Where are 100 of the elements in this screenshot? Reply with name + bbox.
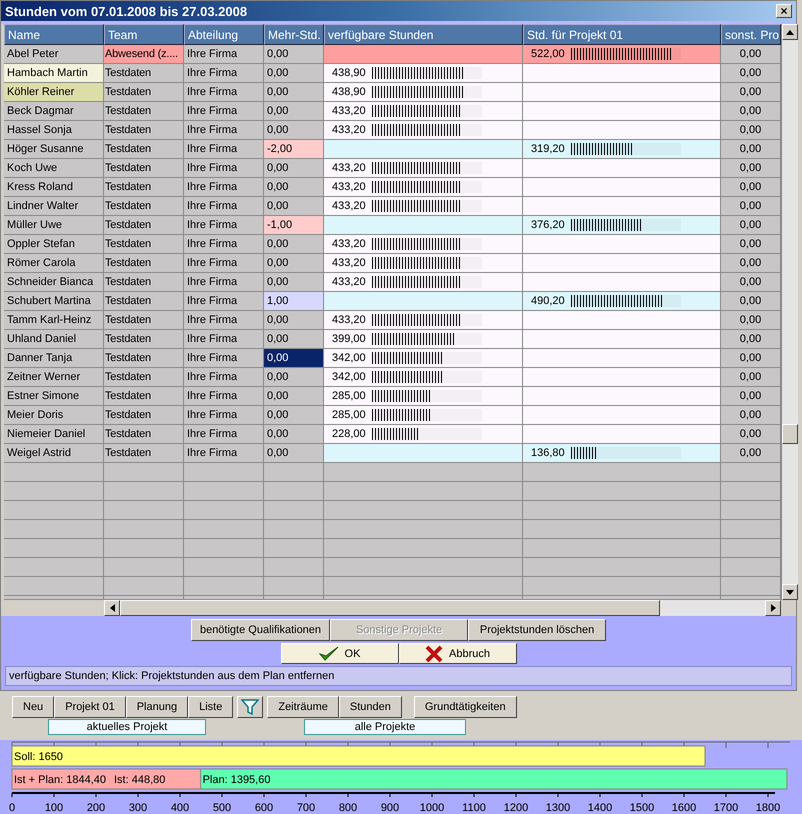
- overtime-cell[interactable]: 1,00: [264, 292, 324, 311]
- team-cell[interactable]: Testdaten: [104, 216, 184, 235]
- available-hours-cell[interactable]: 433,20: [324, 273, 523, 292]
- scrollbar-thumb[interactable]: [782, 424, 798, 444]
- toolbar-button[interactable]: Planung: [126, 696, 188, 718]
- name-cell[interactable]: Weigel Astrid: [4, 444, 104, 463]
- team-cell[interactable]: Testdaten: [104, 368, 184, 387]
- team-cell[interactable]: Testdaten: [104, 235, 184, 254]
- name-cell[interactable]: Müller Uwe: [4, 216, 104, 235]
- project-hours-cell[interactable]: 490,20: [523, 292, 721, 311]
- team-cell[interactable]: Testdaten: [104, 425, 184, 444]
- name-cell[interactable]: Meier Doris: [4, 406, 104, 425]
- action-button[interactable]: Projektstunden löschen: [468, 619, 606, 641]
- department-cell[interactable]: Ihre Firma: [184, 121, 264, 140]
- name-cell[interactable]: Abel Peter: [4, 45, 104, 64]
- other-projects-cell[interactable]: 0,00: [721, 64, 781, 83]
- ok-button[interactable]: OK: [280, 643, 398, 664]
- other-projects-cell[interactable]: 0,00: [721, 83, 781, 102]
- horizontal-scrollbar[interactable]: [104, 600, 781, 616]
- project-hours-cell[interactable]: 522,00: [523, 45, 721, 64]
- available-hours-cell[interactable]: 342,00: [324, 368, 523, 387]
- name-cell[interactable]: Danner Tanja: [4, 349, 104, 368]
- overtime-cell[interactable]: 0,00: [264, 102, 324, 121]
- name-cell[interactable]: Koch Uwe: [4, 159, 104, 178]
- team-cell[interactable]: Testdaten: [104, 197, 184, 216]
- name-cell[interactable]: Niemeier Daniel: [4, 425, 104, 444]
- department-cell[interactable]: Ihre Firma: [184, 159, 264, 178]
- team-cell[interactable]: Testdaten: [104, 273, 184, 292]
- toolbar-button[interactable]: Projekt 01: [54, 696, 126, 718]
- action-button[interactable]: benötigte Qualifikationen: [190, 619, 330, 641]
- overtime-cell[interactable]: 0,00: [264, 159, 324, 178]
- other-projects-cell[interactable]: 0,00: [721, 444, 781, 463]
- available-hours-cell[interactable]: 433,20: [324, 159, 523, 178]
- team-cell[interactable]: Abwesend (z....: [104, 45, 184, 64]
- column-header[interactable]: sonst. Pro.: [721, 24, 781, 45]
- overtime-cell[interactable]: -1,00: [264, 216, 324, 235]
- scrollbar-thumb[interactable]: [120, 600, 660, 616]
- department-cell[interactable]: Ihre Firma: [184, 64, 264, 83]
- name-cell[interactable]: Römer Carola: [4, 254, 104, 273]
- team-cell[interactable]: Testdaten: [104, 102, 184, 121]
- other-projects-cell[interactable]: 0,00: [721, 311, 781, 330]
- name-cell[interactable]: Tamm Karl-Heinz: [4, 311, 104, 330]
- available-hours-cell[interactable]: 433,20: [324, 121, 523, 140]
- other-projects-cell[interactable]: 0,00: [721, 292, 781, 311]
- vertical-scrollbar[interactable]: [781, 24, 798, 600]
- department-cell[interactable]: Ihre Firma: [184, 406, 264, 425]
- overtime-cell[interactable]: -2,00: [264, 140, 324, 159]
- department-cell[interactable]: Ihre Firma: [184, 368, 264, 387]
- toolbar-button[interactable]: Liste: [188, 696, 234, 718]
- other-projects-cell[interactable]: 0,00: [721, 406, 781, 425]
- department-cell[interactable]: Ihre Firma: [184, 83, 264, 102]
- name-cell[interactable]: Estner Simone: [4, 387, 104, 406]
- department-cell[interactable]: Ihre Firma: [184, 235, 264, 254]
- department-cell[interactable]: Ihre Firma: [184, 387, 264, 406]
- department-cell[interactable]: Ihre Firma: [184, 330, 264, 349]
- team-cell[interactable]: Testdaten: [104, 292, 184, 311]
- overtime-cell[interactable]: 0,00: [264, 121, 324, 140]
- available-hours-cell[interactable]: 285,00: [324, 387, 523, 406]
- available-hours-cell[interactable]: 285,00: [324, 406, 523, 425]
- overtime-cell[interactable]: 0,00: [264, 349, 324, 368]
- team-cell[interactable]: Testdaten: [104, 444, 184, 463]
- overtime-cell[interactable]: 0,00: [264, 254, 324, 273]
- department-cell[interactable]: Ihre Firma: [184, 273, 264, 292]
- project-hours-cell[interactable]: 376,20: [523, 216, 721, 235]
- overtime-cell[interactable]: 0,00: [264, 311, 324, 330]
- team-cell[interactable]: Testdaten: [104, 349, 184, 368]
- filter-button[interactable]: [237, 696, 264, 718]
- department-cell[interactable]: Ihre Firma: [184, 102, 264, 121]
- toolbar-button[interactable]: Grundtätigkeiten: [414, 696, 517, 718]
- name-cell[interactable]: Hassel Sonja: [4, 121, 104, 140]
- overtime-cell[interactable]: 0,00: [264, 444, 324, 463]
- other-projects-cell[interactable]: 0,00: [721, 216, 781, 235]
- team-cell[interactable]: Testdaten: [104, 159, 184, 178]
- other-projects-cell[interactable]: 0,00: [721, 178, 781, 197]
- overtime-cell[interactable]: 0,00: [264, 387, 324, 406]
- name-cell[interactable]: Lindner Walter: [4, 197, 104, 216]
- available-hours-cell[interactable]: 433,20: [324, 311, 523, 330]
- department-cell[interactable]: Ihre Firma: [184, 425, 264, 444]
- other-projects-cell[interactable]: 0,00: [721, 254, 781, 273]
- department-cell[interactable]: Ihre Firma: [184, 254, 264, 273]
- overtime-cell[interactable]: 0,00: [264, 64, 324, 83]
- column-header[interactable]: Std. für Projekt 01: [523, 24, 721, 45]
- name-cell[interactable]: Höger Susanne: [4, 140, 104, 159]
- department-cell[interactable]: Ihre Firma: [184, 292, 264, 311]
- available-hours-cell[interactable]: 438,90: [324, 83, 523, 102]
- other-projects-cell[interactable]: 0,00: [721, 102, 781, 121]
- available-hours-cell[interactable]: 433,20: [324, 254, 523, 273]
- name-cell[interactable]: Oppler Stefan: [4, 235, 104, 254]
- name-cell[interactable]: Schubert Martina: [4, 292, 104, 311]
- other-projects-cell[interactable]: 0,00: [721, 235, 781, 254]
- other-projects-cell[interactable]: 0,00: [721, 159, 781, 178]
- available-hours-cell[interactable]: 228,00: [324, 425, 523, 444]
- team-cell[interactable]: Testdaten: [104, 64, 184, 83]
- name-cell[interactable]: Schneider Bianca: [4, 273, 104, 292]
- project-hours-cell[interactable]: 136,80: [523, 444, 721, 463]
- toolbar-button[interactable]: Zeiträume: [267, 696, 339, 718]
- overtime-cell[interactable]: 0,00: [264, 83, 324, 102]
- department-cell[interactable]: Ihre Firma: [184, 140, 264, 159]
- name-cell[interactable]: Hambach Martin: [4, 64, 104, 83]
- department-cell[interactable]: Ihre Firma: [184, 45, 264, 64]
